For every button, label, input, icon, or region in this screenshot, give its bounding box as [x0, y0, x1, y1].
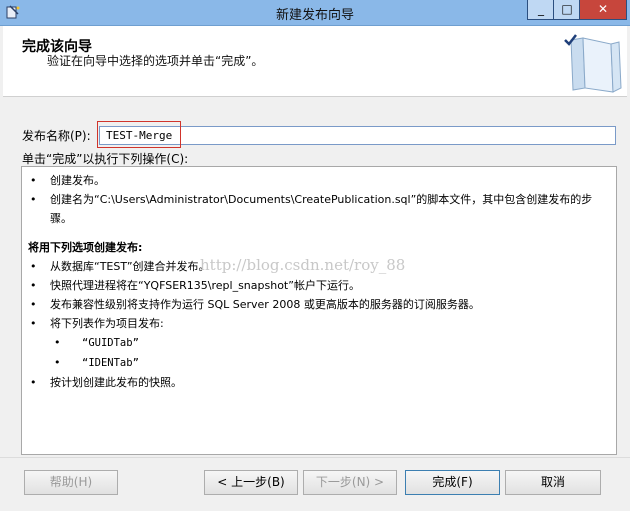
title-bar[interactable]: 新建发布向导 _ □ ✕ — [0, 0, 630, 26]
bullet-icon: • — [30, 260, 37, 273]
bullet-icon: • — [30, 376, 37, 389]
list-item: • 创建发布。 — [26, 171, 612, 190]
back-button[interactable]: < 上一步(B) — [204, 470, 298, 495]
wizard-header: 完成该向导 验证在向导中选择的选项并单击“完成”。 — [3, 26, 627, 96]
list-item-text: 按计划创建此发布的快照。 — [50, 376, 182, 389]
bullet-icon: • — [54, 356, 61, 369]
help-button[interactable]: 帮助(H) — [24, 470, 118, 495]
list-item-text: 创建发布。 — [50, 174, 105, 187]
bullet-icon: • — [30, 174, 37, 187]
maximize-button[interactable]: □ — [553, 0, 581, 20]
bullet-icon: • — [30, 317, 37, 330]
options-heading: 将用下列选项创建发布: — [28, 241, 143, 254]
next-button[interactable]: 下一步(N) > — [303, 470, 397, 495]
list-item-text: 发布兼容性级别将支持作为运行 SQL Server 2008 或更高版本的服务器… — [50, 298, 480, 311]
bullet-icon: • — [30, 279, 37, 292]
list-item: • 按计划创建此发布的快照。 — [26, 373, 612, 392]
list-item-text: 创建名为“C:\Users\Administrator\Documents\Cr… — [50, 193, 593, 225]
list-item: • 创建名为“C:\Users\Administrator\Documents\… — [26, 190, 612, 228]
table-list-item: • “IDENTab” — [26, 353, 612, 373]
book-icon — [563, 34, 623, 94]
list-item: • 快照代理进程将在“YQFSER135\repl_snapshot”帐户下运行… — [26, 276, 612, 295]
actions-summary[interactable]: • 创建发布。 • 创建名为“C:\Users\Administrator\Do… — [21, 166, 617, 455]
publication-name-field[interactable]: TEST-Merge — [99, 126, 616, 145]
list-item-text: 快照代理进程将在“YQFSER135\repl_snapshot”帐户下运行。 — [50, 279, 360, 292]
list-item: • 发布兼容性级别将支持作为运行 SQL Server 2008 或更高版本的服… — [26, 295, 612, 314]
minimize-button[interactable]: _ — [527, 0, 555, 20]
header-divider — [3, 96, 627, 97]
list-item-text: 从数据库“TEST”创建合并发布。 — [50, 260, 210, 273]
bullet-icon: • — [54, 336, 61, 349]
list-item-text: 将下列表作为项目发布: — [50, 317, 164, 330]
bullet-icon: • — [30, 298, 37, 311]
cancel-button[interactable]: 取消 — [505, 470, 601, 495]
list-item: • 从数据库“TEST”创建合并发布。 — [26, 257, 612, 276]
list-item: • 将下列表作为项目发布: — [26, 314, 612, 333]
button-row-divider — [0, 457, 630, 458]
list-item-text: “IDENTab” — [82, 357, 139, 369]
finish-button[interactable]: 完成(F) — [405, 470, 500, 495]
page-subtitle: 验证在向导中选择的选项并单击“完成”。 — [47, 54, 264, 68]
close-button[interactable]: ✕ — [579, 0, 627, 20]
bullet-icon: • — [30, 193, 37, 206]
actions-label: 单击“完成”以执行下列操作(C): — [22, 152, 189, 166]
publication-name-label: 发布名称(P): — [22, 129, 91, 143]
list-item-text: “GUIDTab” — [82, 337, 139, 349]
table-list-item: • “GUIDTab” — [26, 333, 612, 353]
